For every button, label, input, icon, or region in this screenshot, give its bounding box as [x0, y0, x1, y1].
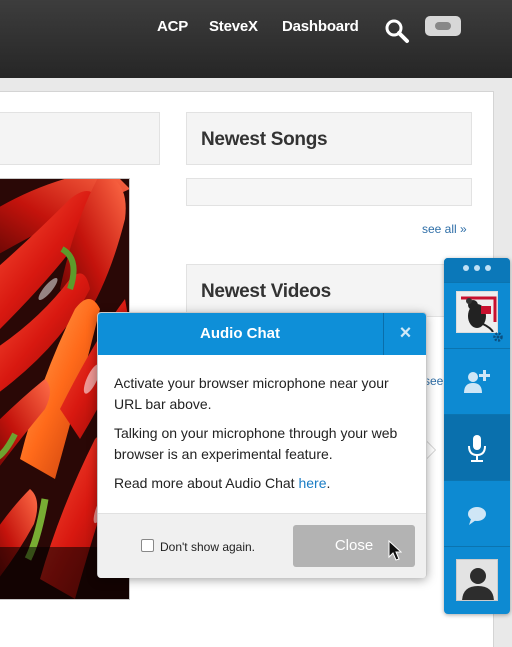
close-icon[interactable]: × — [384, 322, 427, 345]
sidebar-drag-handle[interactable] — [444, 258, 510, 282]
top-navigation-bar: ACP SteveX Dashboard — [0, 0, 512, 78]
toggle-knob — [435, 22, 451, 30]
microphone-icon[interactable] — [462, 433, 492, 463]
popup-paragraph-read-more: Read more about Audio Chat here. — [114, 473, 414, 494]
default-user-icon — [457, 560, 497, 600]
sidebar-add-user[interactable] — [444, 348, 510, 414]
popup-header: Audio Chat × — [98, 313, 426, 355]
nav-link-stevex[interactable]: SteveX — [209, 18, 258, 35]
newest-songs-list — [186, 178, 472, 206]
see-all-songs-link[interactable]: see all » — [422, 222, 467, 236]
sidebar-user-avatar[interactable] — [444, 282, 510, 348]
read-more-text: Read more about Audio Chat — [114, 475, 299, 491]
audio-chat-popup: Audio Chat × Activate your browser micro… — [97, 312, 427, 578]
popup-paragraph-experimental: Talking on your microphone through your … — [114, 425, 398, 462]
dont-show-again-checkbox[interactable] — [141, 539, 154, 552]
newest-videos-header: Newest Videos — [186, 264, 472, 317]
chat-sidebar — [444, 258, 510, 614]
rat-avatar-image — [457, 292, 497, 332]
popup-close-button[interactable]: × — [383, 313, 426, 355]
sidebar-profile[interactable] — [444, 546, 510, 614]
add-user-icon[interactable] — [462, 367, 492, 397]
handle-dot — [463, 265, 469, 271]
mouse-cursor-icon — [388, 540, 402, 561]
sidebar-text-chat[interactable] — [444, 480, 510, 546]
settings-icon[interactable] — [492, 331, 504, 343]
popup-body: Activate your browser microphone near yo… — [114, 373, 414, 502]
nav-link-dashboard[interactable]: Dashboard — [282, 18, 359, 35]
nav-link-acp[interactable]: ACP — [157, 18, 188, 35]
popup-footer: Don't show again. Close — [98, 513, 426, 578]
default-avatar[interactable] — [456, 559, 498, 601]
left-section-header — [0, 112, 160, 165]
handle-dot — [474, 265, 480, 271]
popup-paragraph-activate: Activate your browser microphone near yo… — [114, 375, 389, 412]
chat-bubble-icon[interactable] — [462, 501, 492, 531]
read-more-period: . — [326, 475, 331, 491]
popup-title: Audio Chat — [200, 325, 280, 342]
newest-videos-title: Newest Videos — [201, 281, 331, 302]
toggle-pill[interactable] — [425, 16, 461, 36]
read-more-link[interactable]: here — [298, 475, 326, 491]
newest-songs-title: Newest Songs — [201, 129, 328, 150]
user-avatar[interactable] — [456, 291, 498, 333]
handle-dot — [485, 265, 491, 271]
search-icon[interactable] — [384, 17, 412, 45]
newest-songs-header: Newest Songs — [186, 112, 472, 165]
dont-show-again-label[interactable]: Don't show again. — [160, 540, 255, 554]
sidebar-audio-chat[interactable] — [444, 414, 510, 480]
